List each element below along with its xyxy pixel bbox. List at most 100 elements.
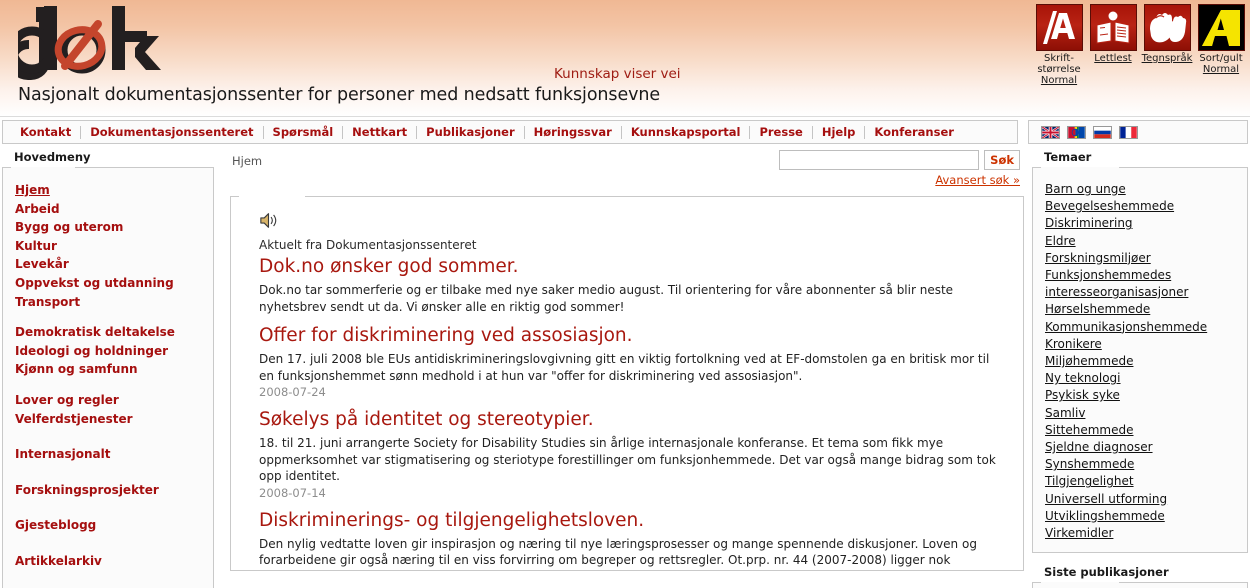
theme-item-synshemmede[interactable]: Synshemmede: [1033, 456, 1247, 473]
accessibility-high-contrast-label: Sort/gult Normal: [1199, 53, 1242, 75]
font-size-label-line1: Skrift-: [1044, 53, 1074, 64]
article-title[interactable]: Søkelys på identitet og stereotypier.: [259, 409, 1003, 431]
nav-item-hjelp[interactable]: Hjelp: [813, 125, 865, 139]
content-panel: Aktuelt fra Dokumentasjonssenteret Dok.n…: [230, 196, 1024, 571]
site-header: Nasjonalt dokumentasjonssenter for perso…: [0, 0, 1250, 117]
accessibility-font-size[interactable]: Skrift- størrelse Normal: [1032, 4, 1086, 86]
language-bar: [1028, 120, 1248, 144]
advanced-search-link[interactable]: Avansert søk »: [935, 173, 1020, 187]
navigation-row: Kontakt Dokumentasjonssenteret Spørsmål Net…: [0, 120, 1250, 144]
theme-item-barn-og-unge[interactable]: Barn og unge: [1033, 181, 1247, 198]
accessibility-toolbar: Skrift- størrelse Normal Lettlest Tegnsp…: [1032, 4, 1248, 86]
font-size-normal-link[interactable]: Normal: [1041, 75, 1077, 86]
font-size-icon[interactable]: [1035, 4, 1083, 51]
flag-russia-icon[interactable]: [1093, 125, 1112, 139]
nav-item-dokumentasjonssenteret[interactable]: Dokumentasjonssenteret: [81, 125, 262, 139]
article-item: Søkelys på identitet og stereotypier. 18.…: [259, 409, 1003, 500]
accessibility-high-contrast[interactable]: Sort/gult Normal: [1194, 4, 1248, 75]
center-column: Hjem Søk Avansert søk » Aktuelt fra Doku…: [214, 150, 1032, 571]
sidebar-item-ideologi-og-holdninger[interactable]: Ideologi og holdninger: [3, 342, 213, 361]
nav-item-kunnskapsportal[interactable]: Kunnskapsportal: [622, 125, 750, 139]
sign-language-icon[interactable]: [1143, 4, 1191, 51]
theme-item-kronikere[interactable]: Kronikere: [1033, 336, 1247, 353]
theme-item-h-rselshemmede[interactable]: Hørselshemmede: [1033, 301, 1247, 318]
themes-panel: Barn og unge Bevegelseshemmede Diskriminer…: [1032, 167, 1248, 554]
sidebar-panel: Hjem Arbeid Bygg og uterom Kultur Levekår Opp…: [2, 167, 214, 588]
easy-read-link[interactable]: Lettlest: [1094, 53, 1131, 64]
search-button[interactable]: Søk: [984, 150, 1020, 170]
sidebar-item-transport[interactable]: Transport: [3, 293, 213, 312]
sidebar-item-artikkelarkiv[interactable]: Artikkelarkiv: [3, 552, 213, 571]
article-title[interactable]: Diskriminerings- og tilgjengelighetslove…: [259, 510, 1003, 532]
accessibility-sign-language[interactable]: Tegnspråk: [1140, 4, 1194, 64]
menu-group-gap: [3, 571, 213, 588]
theme-item-utviklingshemmede[interactable]: Utviklingshemmede: [1033, 508, 1247, 525]
nav-item-sp-rsm-l[interactable]: Spørsmål: [264, 125, 343, 139]
sidebar-item-hjem[interactable]: Hjem: [3, 181, 213, 200]
article-item: Diskriminerings- og tilgjengelighetslove…: [259, 510, 1003, 571]
article-item: Offer for diskriminering ved assosiasjon…: [259, 325, 1003, 399]
theme-item-milj-hemmede[interactable]: Miljøhemmede: [1033, 353, 1247, 370]
sidebar-item-kj-nn-og-samfunn[interactable]: Kjønn og samfunn: [3, 360, 213, 379]
sidebar-item-bygg-og-uterom[interactable]: Bygg og uterom: [3, 218, 213, 237]
theme-item-tilgjengelighet[interactable]: Tilgjengelighet: [1033, 473, 1247, 490]
theme-item-forskningsmilj-er[interactable]: Forskningsmiljøer: [1033, 250, 1247, 267]
theme-item-samliv[interactable]: Samliv: [1033, 405, 1247, 422]
theme-item-universell-utforming[interactable]: Universell utforming: [1033, 491, 1247, 508]
high-contrast-normal-link[interactable]: Normal: [1203, 64, 1239, 75]
sidebar-item-oppvekst-og-utdanning[interactable]: Oppvekst og utdanning: [3, 274, 213, 293]
nav-item-nettkart[interactable]: Nettkart: [343, 125, 416, 139]
flag-sami-icon[interactable]: [1067, 125, 1086, 139]
left-column: Hovedmeny Hjem Arbeid Bygg og uterom Kultur…: [2, 150, 214, 588]
easy-read-icon[interactable]: [1089, 4, 1137, 51]
theme-item-bevegelseshemmede[interactable]: Bevegelseshemmede: [1033, 198, 1247, 215]
flag-uk-icon[interactable]: [1041, 125, 1060, 139]
breadcrumb[interactable]: Hjem: [230, 150, 262, 168]
nav-item-h-ringssvar[interactable]: Høringssvar: [525, 125, 621, 139]
nav-item-publikasjoner[interactable]: Publikasjoner: [417, 125, 524, 139]
menu-group-gap: [3, 379, 213, 391]
theme-item-diskriminering[interactable]: Diskriminering: [1033, 215, 1247, 232]
sidebar-item-levek-r[interactable]: Levekår: [3, 255, 213, 274]
breadcrumb-search-row: Hjem Søk Avansert søk »: [230, 150, 1024, 196]
theme-item-ny-teknologi[interactable]: Ny teknologi: [1033, 370, 1247, 387]
themes-title: Temaer: [1044, 150, 1092, 164]
flag-france-icon[interactable]: [1119, 125, 1138, 139]
sidebar-item-forskningsprosjekter[interactable]: Forskningsprosjekter: [3, 481, 213, 500]
sidebar-item-internasjonalt[interactable]: Internasjonalt: [3, 445, 213, 464]
sign-language-link[interactable]: Tegnspråk: [1142, 53, 1193, 64]
nav-item-konferanser[interactable]: Konferanser: [865, 125, 963, 139]
accessibility-sign-language-label: Tegnspråk: [1142, 53, 1193, 64]
article-title[interactable]: Dok.no ønsker god sommer.: [259, 256, 1003, 278]
article-body: 18. til 21. juni arrangerte Society for …: [259, 436, 996, 483]
content-kicker: Aktuelt fra Dokumentasjonssenteret: [259, 238, 477, 252]
publications-title: Siste publikasjoner: [1044, 565, 1169, 580]
theme-item-kommunikasjonshemmede[interactable]: Kommunikasjonshemmede: [1033, 319, 1247, 336]
menu-group-gap: [3, 311, 213, 323]
accessibility-easy-read[interactable]: Lettlest: [1086, 4, 1140, 64]
theme-item-virkemidler[interactable]: Virkemidler: [1033, 525, 1247, 542]
speaker-icon[interactable]: [259, 212, 1003, 233]
sidebar-item-arbeid[interactable]: Arbeid: [3, 200, 213, 219]
article-list: Dok.no ønsker god sommer. Dok.no tar somm…: [259, 256, 1003, 571]
theme-item-psykisk-syke[interactable]: Psykisk syke: [1033, 387, 1247, 404]
theme-item-funksjonshemmedes-interesseorganisasjoner[interactable]: Funksjonshemmedes interesseorganisasjone…: [1033, 267, 1247, 301]
high-contrast-icon[interactable]: [1197, 4, 1245, 51]
theme-item-sittehemmede[interactable]: Sittehemmede: [1033, 422, 1247, 439]
sidebar-item-kultur[interactable]: Kultur: [3, 237, 213, 256]
article-date: 2008-07-14: [259, 485, 326, 500]
theme-item-sjeldne-diagnoser[interactable]: Sjeldne diagnoser: [1033, 439, 1247, 456]
article-title[interactable]: Offer for diskriminering ved assosiasjon…: [259, 325, 1003, 347]
sidebar-item-lover-og-regler[interactable]: Lover og regler: [3, 391, 213, 410]
theme-item-eldre[interactable]: Eldre: [1033, 233, 1247, 250]
menu-group-gap: [3, 464, 213, 481]
sidebar-item-velferdstjenester[interactable]: Velferdstjenester: [3, 410, 213, 429]
sidebar-item-gjesteblogg[interactable]: Gjesteblogg: [3, 516, 213, 535]
publications-panel: [1032, 582, 1248, 588]
nav-item-presse[interactable]: Presse: [750, 125, 811, 139]
site-logo[interactable]: [18, 4, 198, 82]
search-input[interactable]: [779, 150, 980, 170]
nav-item-kontakt[interactable]: Kontakt: [11, 125, 80, 139]
accessibility-font-size-label: Skrift- størrelse Normal: [1037, 53, 1080, 86]
sidebar-item-demokratisk-deltakelse[interactable]: Demokratisk deltakelse: [3, 323, 213, 342]
